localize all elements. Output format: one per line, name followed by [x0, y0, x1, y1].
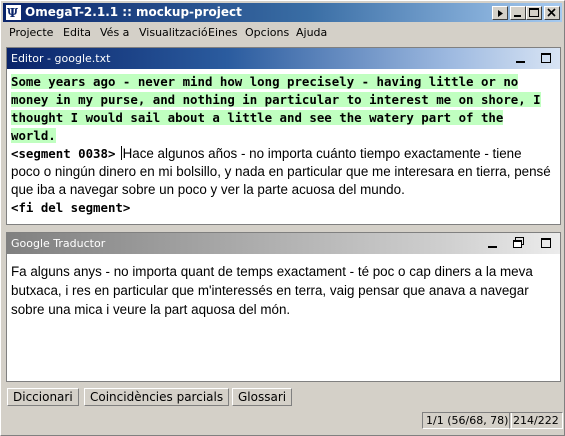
segment-open-tag: <segment 0038>	[11, 146, 116, 161]
mt-pane-title: Google Traductor	[11, 237, 106, 250]
editor-content[interactable]: Some years ago - never mind how long pre…	[11, 73, 551, 217]
editor-pane: Editor - google.txt Some years ago - nev…	[6, 47, 561, 225]
editor-pane-header[interactable]: Editor - google.txt	[7, 48, 560, 69]
menu-opcions[interactable]: Opcions	[245, 26, 289, 39]
mt-body[interactable]: Fa alguns anys - no importa quant de tem…	[7, 254, 560, 381]
close-button[interactable]	[544, 6, 560, 20]
editor-maximize-button[interactable]	[539, 51, 555, 66]
status-segments: 214/222	[509, 412, 563, 429]
status-progress: 1/1 (56/68, 78)	[422, 412, 513, 429]
editor-pane-title: Editor - google.txt	[11, 52, 111, 65]
undock-pane-icon	[513, 237, 524, 248]
menu-ajuda[interactable]: Ajuda	[296, 26, 327, 39]
editor-body[interactable]: Some years ago - never mind how long pre…	[7, 69, 560, 224]
tab-coincidencies-parcials[interactable]: Coincidències parcials	[84, 388, 230, 406]
mt-maximize-button[interactable]	[539, 236, 555, 251]
menu-visualitzacio[interactable]: Visualització	[139, 26, 208, 39]
minimize-button[interactable]	[510, 6, 526, 20]
minimize-pane-icon	[488, 246, 497, 248]
maximize-button[interactable]	[526, 6, 542, 20]
omegat-window: Ψ OmegaT-2.1.1 :: mockup-project Project…	[0, 0, 565, 436]
close-icon	[547, 8, 556, 17]
maximize-pane-icon	[541, 53, 551, 63]
mt-pane-header[interactable]: Google Traductor	[7, 233, 560, 254]
restore-button[interactable]	[492, 6, 508, 20]
menu-edita[interactable]: Edita	[63, 26, 91, 39]
title-bar[interactable]: Ψ OmegaT-2.1.1 :: mockup-project	[3, 3, 562, 22]
mt-undock-button[interactable]	[511, 236, 527, 251]
menu-projecte[interactable]: Projecte	[9, 26, 53, 39]
menu-bar: Projecte Edita Vés a Visualització Eines…	[3, 23, 562, 42]
tab-diccionari[interactable]: Diccionari	[7, 388, 79, 406]
text-caret	[120, 146, 122, 160]
minimize-icon	[514, 15, 521, 17]
editor-minimize-button[interactable]	[513, 51, 529, 66]
maximize-icon	[529, 8, 539, 17]
mt-pane: Google Traductor Fa alguns anys - no imp…	[6, 232, 561, 382]
mt-minimize-button[interactable]	[485, 236, 501, 251]
minimize-pane-icon	[516, 61, 525, 63]
segment-close-tag: <fi del segment>	[11, 200, 131, 215]
svg-text:Ψ: Ψ	[7, 6, 18, 20]
restore-icon	[498, 10, 503, 17]
tab-glossari[interactable]: Glossari	[232, 388, 293, 406]
menu-ves-a[interactable]: Vés a	[100, 26, 129, 39]
omegat-app-icon: Ψ	[6, 5, 21, 20]
menu-eines[interactable]: Eines	[208, 26, 237, 39]
source-segment: Some years ago - never mind how long pre…	[11, 74, 541, 143]
maximize-pane-icon	[541, 238, 551, 248]
mt-translation-text[interactable]: Fa alguns anys - no importa quant de tem…	[11, 262, 551, 319]
window-title: OmegaT-2.1.1 :: mockup-project	[25, 5, 242, 19]
